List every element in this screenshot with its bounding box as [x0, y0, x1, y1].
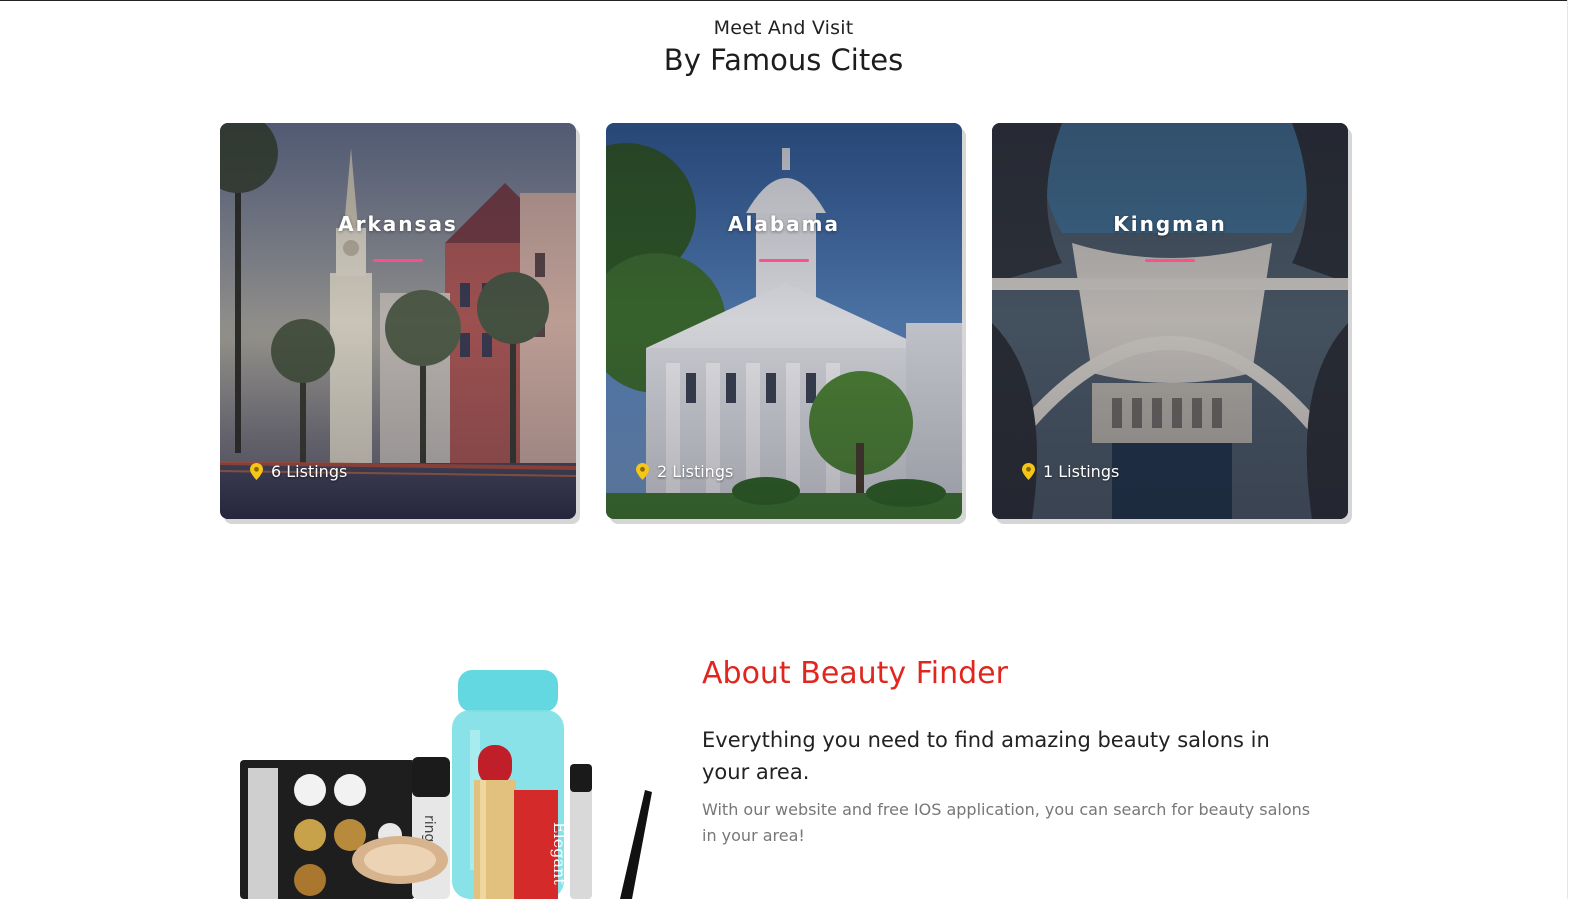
city-card-kingman[interactable]: Kingman 1 Listings	[992, 123, 1348, 519]
city-name[interactable]: Kingman	[992, 212, 1348, 236]
city-cards: Arkansas 6 Listings Alabama 2 Listings K…	[220, 123, 1350, 523]
card-overlay	[220, 123, 576, 519]
cosmetics-illustration: ring Elegant	[240, 670, 652, 899]
lipstick-brand: Elegant	[550, 822, 569, 885]
listing-count: 1 Listings	[1043, 462, 1120, 481]
listing-count-row: 2 Listings	[636, 462, 733, 481]
city-card-arkansas[interactable]: Arkansas 6 Listings	[220, 123, 576, 519]
card-overlay	[992, 123, 1348, 519]
city-card-alabama[interactable]: Alabama 2 Listings	[606, 123, 962, 519]
about-lead: Everything you need to find amazing beau…	[702, 728, 1270, 784]
page-scrollbar[interactable]	[1567, 0, 1584, 899]
card-overlay	[606, 123, 962, 519]
map-pin-icon	[636, 463, 649, 480]
map-pin-icon	[1022, 463, 1035, 480]
mascara-text: ring	[421, 815, 437, 842]
listing-count: 2 Listings	[657, 462, 734, 481]
city-underline	[1145, 259, 1195, 262]
listing-count-row: 1 Listings	[1022, 462, 1119, 481]
about-body: With our website and free IOS applicatio…	[702, 800, 1311, 845]
listing-count-row: 6 Listings	[250, 462, 347, 481]
city-underline	[373, 259, 423, 262]
cosmetics-image: ring Elegant	[220, 660, 680, 899]
section-eyebrow: Meet And Visit	[713, 17, 854, 39]
map-pin-icon	[250, 463, 263, 480]
top-border	[0, 0, 1584, 1]
section-title: By Famous Cites	[663, 43, 904, 77]
listing-count: 6 Listings	[271, 462, 348, 481]
city-name[interactable]: Arkansas	[220, 212, 576, 236]
city-underline	[759, 259, 809, 262]
famous-cities-header: Meet And Visit By Famous Cites	[0, 16, 1567, 78]
about-title: About Beauty Finder	[702, 656, 1008, 691]
city-name[interactable]: Alabama	[606, 212, 962, 236]
